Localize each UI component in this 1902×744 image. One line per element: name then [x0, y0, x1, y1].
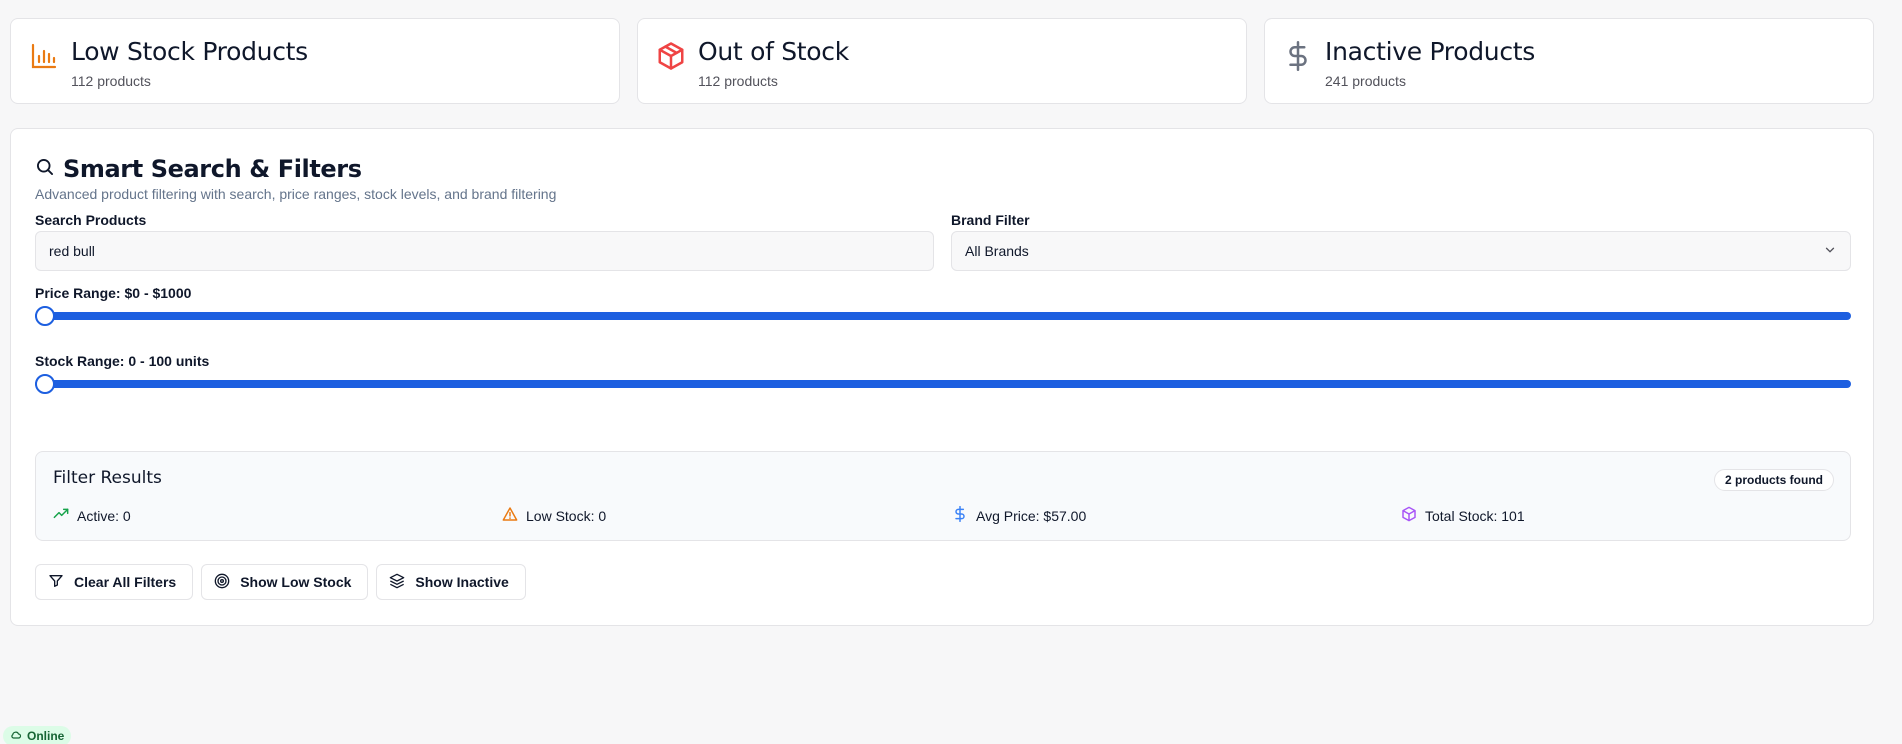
trending-up-icon — [53, 506, 69, 525]
price-range-label: Price Range: $0 - $1000 — [35, 285, 192, 301]
slider-thumb[interactable] — [35, 374, 55, 394]
inactive-products-card[interactable]: Inactive Products 241 products — [1264, 18, 1874, 104]
avg-price-metric: Avg Price: $57.00 — [952, 505, 1087, 525]
panel-description: Advanced product filtering with search, … — [35, 186, 557, 202]
stat-cards: Low Stock Products 112 products Out of S… — [10, 18, 1874, 104]
active-metric: Active: 0 — [53, 506, 131, 525]
out-of-stock-card[interactable]: Out of Stock 112 products — [637, 18, 1247, 104]
stock-range-label: Stock Range: 0 - 100 units — [35, 353, 210, 369]
layers-icon — [389, 573, 405, 592]
slider-track — [35, 312, 1851, 320]
show-low-stock-button[interactable]: Show Low Stock — [201, 564, 369, 600]
results-count-badge: 2 products found — [1714, 469, 1834, 491]
search-label: Search Products — [35, 212, 147, 228]
stat-count: 112 products — [71, 73, 151, 89]
warning-icon — [502, 506, 518, 525]
filter-icon — [48, 573, 64, 592]
chevron-down-icon — [1823, 243, 1837, 260]
search-input[interactable]: red bull — [35, 231, 934, 271]
brand-filter-value: All Brands — [965, 243, 1029, 259]
total-stock-value: Total Stock: 101 — [1425, 507, 1525, 524]
dollar-icon — [1283, 41, 1313, 71]
connection-status-badge: Online — [3, 726, 72, 744]
low-stock-count: Low Stock: 0 — [526, 507, 607, 524]
brand-filter-label: Brand Filter — [951, 212, 1030, 228]
filter-results: Filter Results 2 products found Active: … — [35, 451, 1851, 541]
smart-search-panel: Smart Search & Filters Advanced product … — [10, 128, 1874, 626]
button-label: Show Low Stock — [240, 574, 352, 590]
bar-chart-icon — [29, 41, 59, 71]
show-inactive-button[interactable]: Show Inactive — [376, 564, 526, 600]
search-icon — [35, 157, 55, 182]
button-label: Clear All Filters — [74, 574, 177, 590]
total-stock-metric: Total Stock: 101 — [1401, 506, 1525, 525]
button-label: Show Inactive — [415, 574, 509, 590]
target-icon — [214, 573, 230, 592]
clear-all-filters-button[interactable]: Clear All Filters — [35, 564, 194, 600]
panel-header: Smart Search & Filters — [35, 155, 362, 183]
panel-title: Smart Search & Filters — [63, 155, 362, 183]
slider-track — [35, 380, 1851, 388]
active-count: Active: 0 — [77, 507, 131, 524]
low-stock-metric: Low Stock: 0 — [502, 506, 606, 525]
stat-count: 241 products — [1325, 73, 1406, 89]
stock-range-slider[interactable] — [35, 373, 1851, 394]
package-icon — [1401, 506, 1417, 525]
slider-thumb[interactable] — [35, 306, 55, 326]
package-icon — [656, 41, 686, 71]
avg-price-value: Avg Price: $57.00 — [976, 507, 1087, 524]
cloud-icon — [10, 729, 22, 744]
low-stock-card[interactable]: Low Stock Products 112 products — [10, 18, 620, 104]
stat-title: Out of Stock — [698, 37, 849, 66]
results-title: Filter Results — [53, 468, 162, 488]
stat-title: Low Stock Products — [71, 37, 308, 66]
stat-count: 112 products — [698, 73, 778, 89]
quick-filter-buttons: Clear All Filters Show Low Stock Show In… — [35, 564, 526, 600]
brand-filter-select[interactable]: All Brands — [951, 231, 1851, 271]
price-range-slider[interactable] — [35, 305, 1851, 326]
status-label: Online — [27, 729, 65, 743]
dollar-icon — [952, 505, 968, 525]
stat-title: Inactive Products — [1325, 37, 1536, 66]
